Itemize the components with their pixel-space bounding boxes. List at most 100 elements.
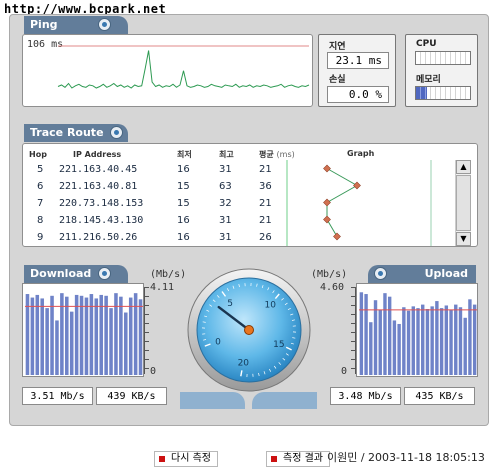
stats-box: 지연 23.1 ms 손실 0.0 % bbox=[318, 34, 396, 107]
upload-bar bbox=[458, 307, 463, 375]
cpu-label: CPU bbox=[416, 39, 437, 49]
upload-bar bbox=[435, 301, 439, 375]
upload-bar bbox=[444, 305, 449, 375]
download-bar bbox=[124, 312, 128, 375]
trace-row[interactable]: 9 211.216.50.26 16 31 26 bbox=[29, 229, 299, 246]
trace-cell-max: 63 bbox=[219, 181, 232, 192]
download-bar bbox=[84, 297, 89, 375]
download-bar bbox=[104, 295, 108, 375]
trace-cell-max: 32 bbox=[219, 198, 232, 209]
upload-chart bbox=[356, 283, 478, 377]
result-icon bbox=[271, 456, 277, 462]
download-bar bbox=[94, 298, 99, 375]
upload-bar bbox=[463, 317, 467, 375]
trace-row[interactable]: 5 221.163.40.45 16 31 21 bbox=[29, 161, 299, 178]
gauge-tick-label: 5 bbox=[227, 299, 233, 309]
download-bar bbox=[74, 294, 79, 375]
upload-bar bbox=[468, 299, 472, 375]
upload-tab: Upload bbox=[368, 265, 476, 283]
gauge-pedestal-right bbox=[252, 392, 317, 409]
download-info-icon[interactable] bbox=[98, 267, 111, 280]
upload-bar bbox=[449, 309, 453, 375]
latency-value: 23.1 ms bbox=[327, 52, 389, 69]
trace-cell-hop: 6 bbox=[37, 181, 44, 192]
ping-info-icon[interactable] bbox=[98, 18, 111, 31]
result-label: 측정 결과 bbox=[283, 453, 323, 464]
col-ip: IP Address bbox=[73, 149, 122, 159]
download-bar bbox=[99, 294, 103, 375]
trace-info-icon[interactable] bbox=[110, 126, 123, 139]
download-unit: (Mb/s) bbox=[150, 269, 187, 280]
scroll-down-button[interactable]: ▼ bbox=[456, 232, 471, 246]
trace-graph-line bbox=[326, 168, 359, 237]
trace-cell-max: 31 bbox=[219, 232, 232, 243]
trace-cell-ip: 218.145.43.130 bbox=[59, 215, 144, 226]
trace-row[interactable]: 8 218.145.43.130 16 31 21 bbox=[29, 212, 299, 229]
download-bar bbox=[138, 299, 143, 375]
memory-meter bbox=[415, 86, 471, 100]
upload-bar bbox=[430, 306, 434, 375]
upload-max-label: 4.60 bbox=[320, 282, 345, 293]
system-box: CPU 메모리 bbox=[405, 34, 478, 107]
trace-graph-point bbox=[323, 164, 331, 173]
trace-cell-min: 15 bbox=[177, 198, 190, 209]
trace-graph-point bbox=[333, 232, 341, 241]
col-avg: 평균 (ms) bbox=[259, 147, 299, 161]
download-bar bbox=[35, 294, 40, 375]
trace-cell-min: 16 bbox=[177, 164, 190, 175]
upload-bar bbox=[373, 300, 378, 375]
upload-bar bbox=[369, 322, 373, 375]
gauge-tick-label: 15 bbox=[273, 340, 284, 350]
loss-value: 0.0 % bbox=[327, 86, 389, 103]
download-bar bbox=[79, 295, 84, 375]
trace-row[interactable]: 7 220.73.148.153 15 32 21 bbox=[29, 195, 299, 212]
download-bar bbox=[30, 297, 35, 375]
gauge-tick-label: 20 bbox=[238, 359, 250, 369]
loss-label: 손실 bbox=[329, 75, 346, 85]
result-button[interactable]: 측정 결과 bbox=[266, 451, 330, 467]
trace-cell-min: 16 bbox=[177, 215, 190, 226]
upload-bar bbox=[425, 309, 430, 375]
memory-label: 메모리 bbox=[416, 75, 441, 85]
download-bar bbox=[69, 311, 74, 375]
retest-button[interactable]: 다시 측정 bbox=[154, 451, 218, 467]
trace-graph-point bbox=[323, 198, 331, 207]
download-bar bbox=[60, 293, 64, 375]
upload-title: Upload bbox=[424, 267, 468, 280]
download-chart bbox=[22, 283, 144, 377]
col-hop: Hop bbox=[29, 149, 47, 159]
trace-title: Trace Route bbox=[30, 126, 104, 139]
col-unit: (ms) bbox=[276, 149, 295, 159]
upload-bar bbox=[472, 304, 477, 375]
download-bar bbox=[114, 293, 118, 375]
upload-bar bbox=[378, 309, 382, 375]
upload-info-icon[interactable] bbox=[374, 267, 387, 280]
download-title: Download bbox=[30, 267, 92, 280]
download-bar bbox=[45, 308, 49, 375]
upload-bar bbox=[383, 293, 387, 375]
trace-cell-hop: 5 bbox=[37, 164, 44, 175]
scroll-up-button[interactable]: ▲ bbox=[456, 160, 471, 174]
cpu-meter bbox=[415, 51, 471, 65]
col-graph: Graph bbox=[347, 149, 375, 158]
upload-bar bbox=[392, 320, 397, 375]
upload-speed-kbs: 435 KB/s bbox=[404, 387, 475, 405]
trace-cell-max: 31 bbox=[219, 164, 232, 175]
upload-bar bbox=[406, 310, 411, 375]
upload-bar bbox=[454, 304, 458, 375]
col-max: 최고 bbox=[219, 149, 234, 159]
upload-bar bbox=[411, 306, 415, 375]
trace-cell-hop: 9 bbox=[37, 232, 44, 243]
ping-graph bbox=[57, 45, 310, 89]
upload-unit: (Mb/s) bbox=[311, 269, 348, 280]
trace-cell-ip: 221.163.40.81 bbox=[59, 181, 138, 192]
scroll-thumb[interactable] bbox=[456, 175, 471, 231]
trace-tab: Trace Route bbox=[24, 124, 128, 142]
upload-bar bbox=[359, 292, 364, 375]
col-min: 최저 bbox=[177, 149, 192, 159]
trace-row[interactable]: 6 221.163.40.81 15 63 36 bbox=[29, 178, 299, 195]
download-max-label: 4.11 bbox=[150, 282, 175, 293]
trace-cell-min: 16 bbox=[177, 232, 190, 243]
download-bar bbox=[128, 297, 133, 375]
trace-scrollbar[interactable]: ▲ ▼ bbox=[455, 160, 471, 246]
